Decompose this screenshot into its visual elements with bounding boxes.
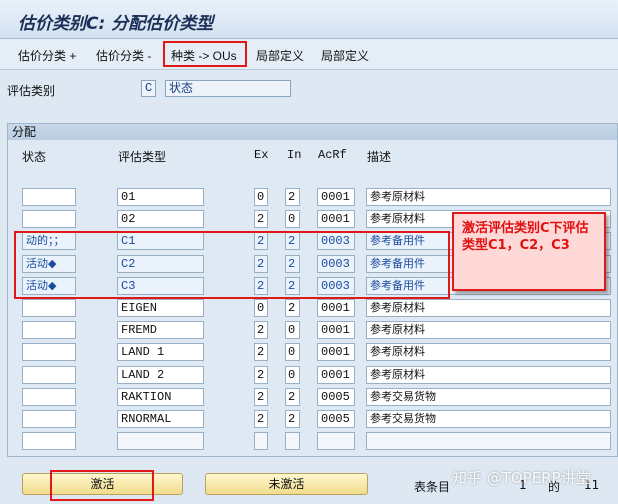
in-cell[interactable]: 2 <box>285 299 300 317</box>
page-title: 估价类别C: 分配估价类型 <box>18 14 214 34</box>
in-cell[interactable]: 0 <box>285 366 300 384</box>
in-cell[interactable]: 0 <box>285 210 300 228</box>
description-cell[interactable]: 参考原材料 <box>366 188 611 206</box>
ex-cell[interactable]: 2 <box>254 321 268 339</box>
title-bar: 估价类别C: 分配估价类型 <box>0 0 618 39</box>
local-definition-button-2[interactable]: 局部定义 <box>321 47 369 64</box>
column-header-in: In <box>287 148 302 162</box>
valuation-type-cell[interactable]: RAKTION <box>117 388 204 406</box>
ex-cell[interactable]: 2 <box>254 388 268 406</box>
acrf-cell[interactable]: 0001 <box>317 188 355 206</box>
status-cell[interactable] <box>22 343 76 361</box>
acrf-cell[interactable]: 0001 <box>317 321 355 339</box>
in-cell[interactable]: 0 <box>285 321 300 339</box>
acrf-cell[interactable]: 0001 <box>317 299 355 317</box>
status-cell[interactable] <box>22 366 76 384</box>
valuation-type-cell[interactable]: LAND 2 <box>117 366 204 384</box>
status-cell[interactable] <box>22 388 76 406</box>
ex-cell[interactable] <box>254 432 268 450</box>
in-cell[interactable] <box>285 432 300 450</box>
valuation-category-field[interactable]: C <box>141 80 156 97</box>
status-cell[interactable] <box>22 210 76 228</box>
deactivate-button[interactable]: 未激活 <box>205 473 368 495</box>
valuation-category-label: 评估类别 <box>7 84 56 98</box>
watermark: 知乎 @TOPERP讲堂 <box>452 469 591 487</box>
description-cell[interactable]: 参考原材料 <box>366 343 611 361</box>
acrf-cell[interactable]: 0001 <box>317 210 355 228</box>
valuation-type-cell[interactable]: RNORMAL <box>117 410 204 428</box>
ex-cell[interactable]: 0 <box>254 299 268 317</box>
entries-label: 表条目 <box>414 480 451 494</box>
valuation-type-cell[interactable]: LAND 1 <box>117 343 204 361</box>
valuation-type-cell[interactable]: EIGEN <box>117 299 204 317</box>
acrf-cell[interactable]: 0001 <box>317 343 355 361</box>
ex-cell[interactable]: 2 <box>254 343 268 361</box>
status-cell[interactable] <box>22 299 76 317</box>
column-header-ex: Ex <box>254 148 269 162</box>
acrf-cell[interactable] <box>317 432 355 450</box>
in-cell[interactable]: 2 <box>285 388 300 406</box>
description-cell[interactable]: 参考原材料 <box>366 366 611 384</box>
ex-cell[interactable]: 0 <box>254 188 268 206</box>
in-cell[interactable]: 2 <box>285 188 300 206</box>
status-cell[interactable] <box>22 410 76 428</box>
status-cell[interactable] <box>22 321 76 339</box>
acrf-cell[interactable]: 0001 <box>317 366 355 384</box>
acrf-cell[interactable]: 0005 <box>317 410 355 428</box>
valuation-type-cell[interactable]: 02 <box>117 210 204 228</box>
annotation-callout: 激活评估类别C下评估类型C1，C2，C3 <box>452 212 606 291</box>
status-cell[interactable] <box>22 188 76 206</box>
valuation-type-cell[interactable]: FREMD <box>117 321 204 339</box>
description-cell[interactable] <box>366 432 611 450</box>
valuation-category-description: 状态 <box>165 80 291 97</box>
description-cell[interactable]: 参考原材料 <box>366 299 611 317</box>
local-definition-button-1[interactable]: 局部定义 <box>256 47 304 64</box>
in-cell[interactable]: 0 <box>285 343 300 361</box>
ex-cell[interactable]: 2 <box>254 410 268 428</box>
ex-cell[interactable]: 2 <box>254 366 268 384</box>
valuation-category-row: 评估类别 C 状态 <box>0 78 618 102</box>
highlight-rows-box <box>14 231 450 299</box>
highlight-toolbar-box <box>163 41 247 67</box>
section-title: 分配 <box>8 124 617 140</box>
highlight-activate-box <box>50 470 154 501</box>
description-cell[interactable]: 参考交易货物 <box>366 388 611 406</box>
valuation-type-cell[interactable]: 01 <box>117 188 204 206</box>
valuation-class-remove-button[interactable]: 估价分类 - <box>96 47 151 64</box>
status-cell[interactable] <box>22 432 76 450</box>
application-toolbar: 估价分类 + 估价分类 - 种类 -> OUs 局部定义 局部定义 <box>0 39 618 70</box>
valuation-class-add-button[interactable]: 估价分类 + <box>18 47 76 64</box>
in-cell[interactable]: 2 <box>285 410 300 428</box>
column-header-acrf: AcRf <box>318 148 347 162</box>
ex-cell[interactable]: 2 <box>254 210 268 228</box>
description-cell[interactable]: 参考原材料 <box>366 321 611 339</box>
valuation-type-cell[interactable] <box>117 432 204 450</box>
description-cell[interactable]: 参考交易货物 <box>366 410 611 428</box>
acrf-cell[interactable]: 0005 <box>317 388 355 406</box>
column-header-description: 描述 <box>367 150 392 164</box>
column-header-status: 状态 <box>22 150 47 164</box>
column-header-valuation-type: 评估类型 <box>118 150 167 164</box>
